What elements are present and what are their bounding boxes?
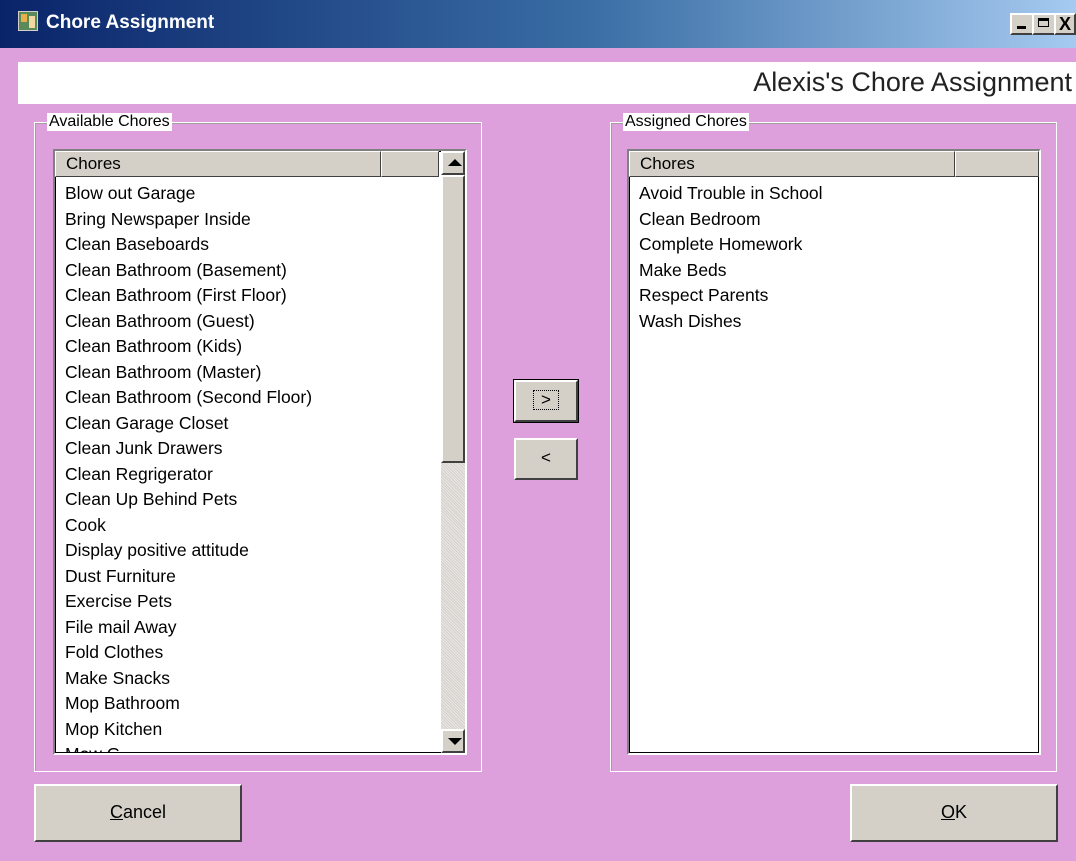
list-item[interactable]: Mop Kitchen: [55, 717, 465, 743]
chore-assignment-window: Chore Assignment X Alexis's Chore Assign…: [0, 0, 1076, 861]
list-item[interactable]: Complete Homework: [629, 232, 1039, 258]
available-scrollbar[interactable]: [441, 151, 465, 753]
assigned-column-chores[interactable]: Chores: [629, 151, 955, 177]
list-item[interactable]: Clean Bedroom: [629, 207, 1039, 233]
available-column-extra[interactable]: [381, 151, 439, 177]
list-item[interactable]: Clean Bathroom (Basement): [55, 258, 465, 284]
list-item[interactable]: Display positive attitude: [55, 538, 465, 564]
scroll-thumb[interactable]: [441, 175, 465, 463]
cancel-button[interactable]: Cancel: [34, 784, 242, 842]
assign-chore-label: >: [533, 390, 559, 410]
arrow-down-icon: [448, 738, 462, 745]
list-item[interactable]: Wash Dishes: [629, 309, 1039, 335]
available-column-chores[interactable]: Chores: [55, 151, 381, 177]
list-item[interactable]: Respect Parents: [629, 283, 1039, 309]
list-item[interactable]: Bring Newspaper Inside: [55, 207, 465, 233]
available-chores-list[interactable]: Chores Blow out Garage Bring Newspaper In…: [53, 149, 467, 755]
cancel-label: ancel: [122, 802, 167, 822]
scroll-up-button[interactable]: [441, 151, 465, 175]
maximize-button[interactable]: [1032, 13, 1056, 35]
assigned-chores-group: Assigned Chores Chores Avoid Trouble in …: [610, 113, 1057, 772]
window-title: Chore Assignment: [46, 12, 215, 33]
list-item[interactable]: Make Snacks: [55, 666, 465, 692]
ok-button[interactable]: OK: [850, 784, 1058, 842]
maximize-icon: [1038, 18, 1049, 27]
assigned-chores-legend: Assigned Chores: [623, 113, 749, 131]
ok-mnemonic: O: [940, 802, 955, 822]
list-item[interactable]: Clean Bathroom (Guest): [55, 309, 465, 335]
list-item[interactable]: Blow out Garage: [55, 181, 465, 207]
minimize-icon: [1017, 26, 1026, 29]
assigned-list-header: Chores: [629, 151, 1039, 177]
list-item[interactable]: Clean Bathroom (Master): [55, 360, 465, 386]
list-item[interactable]: Clean Regrigerator: [55, 462, 465, 488]
list-item[interactable]: Cook: [55, 513, 465, 539]
list-item[interactable]: Clean Bathroom (First Floor): [55, 283, 465, 309]
list-item[interactable]: Clean Up Behind Pets: [55, 487, 465, 513]
assign-chore-button[interactable]: >: [513, 379, 579, 423]
app-icon: [18, 11, 38, 31]
available-list-header: Chores: [55, 151, 439, 177]
list-item[interactable]: Make Beds: [629, 258, 1039, 284]
close-button[interactable]: X: [1054, 13, 1076, 35]
header-banner: Alexis's Chore Assignment: [18, 62, 1076, 104]
close-icon: X: [1058, 14, 1071, 34]
available-rows: Blow out Garage Bring Newspaper Inside Cle…: [55, 181, 465, 753]
title-bar[interactable]: Chore Assignment X: [0, 0, 1076, 48]
list-item[interactable]: Clean Junk Drawers: [55, 436, 465, 462]
page-title: Alexis's Chore Assignment: [753, 67, 1072, 97]
list-item[interactable]: Fold Clothes: [55, 640, 465, 666]
list-item[interactable]: Clean Garage Closet: [55, 411, 465, 437]
list-item[interactable]: Exercise Pets: [55, 589, 465, 615]
ok-label: K: [955, 802, 968, 822]
list-item[interactable]: Mow G...: [55, 742, 465, 753]
list-item[interactable]: Clean Baseboards: [55, 232, 465, 258]
unassign-chore-label: <: [541, 448, 551, 467]
list-item[interactable]: Clean Bathroom (Second Floor): [55, 385, 465, 411]
list-item[interactable]: Clean Bathroom (Kids): [55, 334, 465, 360]
list-item[interactable]: Avoid Trouble in School: [629, 181, 1039, 207]
available-chores-legend: Available Chores: [47, 113, 172, 131]
assigned-rows: Avoid Trouble in School Clean Bedroom Comp…: [629, 181, 1039, 334]
list-item[interactable]: Mop Bathroom: [55, 691, 465, 717]
cancel-mnemonic: C: [109, 802, 123, 822]
arrow-up-icon: [448, 159, 462, 166]
minimize-button[interactable]: [1010, 13, 1034, 35]
available-chores-group: Available Chores Chores Blow out Garage B…: [34, 113, 482, 772]
list-item[interactable]: File mail Away: [55, 615, 465, 641]
unassign-chore-button[interactable]: <: [514, 438, 578, 480]
scroll-down-button[interactable]: [441, 729, 465, 753]
list-item[interactable]: Dust Furniture: [55, 564, 465, 590]
assigned-column-extra[interactable]: [955, 151, 1039, 177]
assigned-chores-list[interactable]: Chores Avoid Trouble in School Clean Bedr…: [627, 149, 1041, 755]
